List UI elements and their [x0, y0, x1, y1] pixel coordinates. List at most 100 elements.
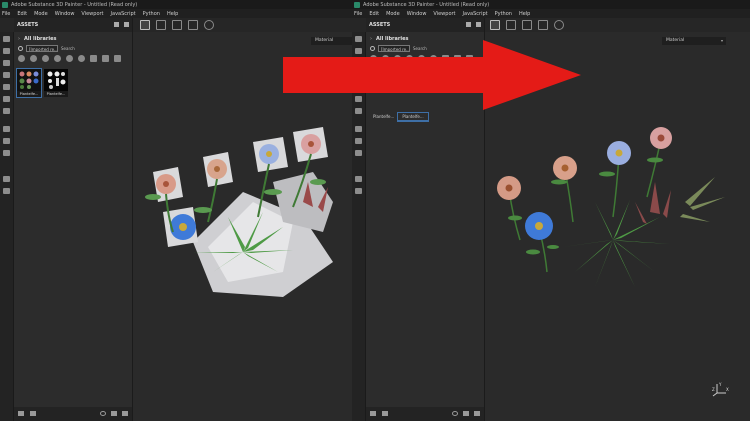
- chevron-down-icon: ▾: [720, 38, 723, 43]
- paint-brush-icon[interactable]: [3, 36, 10, 42]
- menu-javascript[interactable]: JavaScript: [463, 11, 488, 17]
- add-icon[interactable]: [122, 411, 128, 416]
- materials-category-icon[interactable]: [18, 55, 25, 62]
- menu-bar: File Edit Mode Window Viewport JavaScrip…: [0, 9, 352, 18]
- geometry-mask-icon[interactable]: [3, 72, 10, 78]
- plant-mesh-with-opaque-cards: [145, 127, 333, 297]
- axis-label-z: Z: [712, 387, 715, 392]
- painter-logo-icon: [354, 1, 360, 8]
- shader-settings-icon[interactable]: [355, 188, 362, 194]
- asset-thumbnail[interactable]: Plantelfe...: [16, 68, 42, 98]
- grid-alt-icon[interactable]: [156, 20, 166, 30]
- display-settings-icon[interactable]: [355, 176, 362, 182]
- filters-category-icon[interactable]: [78, 55, 85, 62]
- axis-label-y: Y: [718, 382, 722, 387]
- menu-window[interactable]: Window: [407, 11, 427, 17]
- particles-category-icon[interactable]: [66, 55, 73, 62]
- folder-icon[interactable]: [463, 411, 469, 416]
- menu-mode[interactable]: Mode: [386, 11, 400, 17]
- clock-icon[interactable]: [204, 20, 214, 30]
- close-icon[interactable]: [476, 22, 481, 27]
- search-input[interactable]: [61, 46, 111, 51]
- camera-icon[interactable]: [522, 20, 532, 30]
- asset-tab-active[interactable]: Plantelfe...: [397, 112, 429, 122]
- asset-tabs: Plantelfe... Plantelfe...: [369, 112, 429, 122]
- chevron-right-icon: ›: [18, 36, 20, 42]
- assets-footer: [14, 407, 132, 421]
- material-dropdown-label: Material: [666, 38, 685, 43]
- asset-thumbnail-label: Plantelfe...: [46, 92, 66, 96]
- folder-icon[interactable]: [111, 411, 117, 416]
- right-arrow-icon: [283, 40, 581, 110]
- menu-help[interactable]: Help: [519, 11, 530, 17]
- assets-shelf-icon[interactable]: [3, 126, 10, 132]
- color-picker-icon[interactable]: [3, 108, 10, 114]
- search-icon: [18, 46, 23, 51]
- opacity-atlas-preview: [44, 69, 68, 91]
- library-selector[interactable]: › All libraries: [18, 36, 56, 42]
- menu-bar: File Edit Mode Window Viewport JavaScrip…: [352, 9, 750, 18]
- camera-icon[interactable]: [172, 20, 182, 30]
- assets-title: ASSETS: [369, 22, 391, 28]
- display-settings-icon[interactable]: [3, 176, 10, 182]
- new-folder-icon[interactable]: [382, 411, 388, 416]
- pin-icon[interactable]: [466, 22, 471, 27]
- window-title: Adobe Substance 3D Painter - Untitled (R…: [11, 1, 138, 8]
- menu-window[interactable]: Window: [55, 11, 75, 17]
- pin-icon[interactable]: [114, 22, 119, 27]
- grid-icon[interactable]: [490, 20, 500, 30]
- filter-row: [Imported re...: [18, 45, 111, 52]
- menu-file[interactable]: File: [354, 11, 362, 17]
- asset-tab[interactable]: Plantelfe...: [369, 113, 398, 121]
- material-dropdown[interactable]: Material ▾: [662, 37, 726, 45]
- close-icon[interactable]: [124, 22, 129, 27]
- environment-category-icon[interactable]: [90, 55, 97, 62]
- projection-icon[interactable]: [3, 60, 10, 66]
- texture-set-icon[interactable]: [3, 150, 10, 156]
- eraser-icon[interactable]: [3, 48, 10, 54]
- assets-shelf-icon[interactable]: [355, 126, 362, 132]
- refresh-icon[interactable]: [100, 411, 106, 416]
- axis-label-x: X: [726, 387, 729, 392]
- asset-thumbnail[interactable]: Plantelfe...: [44, 69, 68, 97]
- title-bar: Adobe Substance 3D Painter - Untitled (R…: [352, 0, 750, 9]
- import-icon[interactable]: [18, 411, 24, 416]
- frame-icon[interactable]: [188, 20, 198, 30]
- filter-dropdown[interactable]: [Imported re...: [26, 45, 58, 52]
- menu-help[interactable]: Help: [167, 11, 178, 17]
- menu-python[interactable]: Python: [495, 11, 512, 17]
- shader-settings-icon[interactable]: [3, 188, 10, 194]
- grid-icon[interactable]: [140, 20, 150, 30]
- library-label: All libraries: [24, 36, 57, 42]
- menu-edit[interactable]: Edit: [369, 11, 379, 17]
- brushes-category-icon[interactable]: [54, 55, 61, 62]
- textures-category-icon[interactable]: [42, 55, 49, 62]
- frame-icon[interactable]: [538, 20, 548, 30]
- layers-icon[interactable]: [3, 138, 10, 144]
- menu-edit[interactable]: Edit: [17, 11, 27, 17]
- grid-alt-icon[interactable]: [506, 20, 516, 30]
- refresh-icon[interactable]: [452, 411, 458, 416]
- menu-viewport[interactable]: Viewport: [81, 11, 103, 17]
- smart-materials-category-icon[interactable]: [30, 55, 37, 62]
- assets-header: ASSETS: [366, 18, 484, 32]
- add-icon[interactable]: [474, 411, 480, 416]
- layers-icon[interactable]: [355, 138, 362, 144]
- import-icon[interactable]: [370, 411, 376, 416]
- new-folder-icon[interactable]: [30, 411, 36, 416]
- menu-file[interactable]: File: [2, 11, 10, 17]
- clock-icon[interactable]: [554, 20, 564, 30]
- projects-category-icon[interactable]: [102, 55, 109, 62]
- smudge-icon[interactable]: [3, 84, 10, 90]
- category-icons: [18, 55, 126, 62]
- grid-view-icon[interactable]: [114, 55, 121, 62]
- menu-viewport[interactable]: Viewport: [433, 11, 455, 17]
- menu-javascript[interactable]: JavaScript: [111, 11, 136, 17]
- menu-mode[interactable]: Mode: [34, 11, 48, 17]
- axis-gizmo: Y X Z: [712, 382, 729, 397]
- texture-set-icon[interactable]: [355, 150, 362, 156]
- window-title: Adobe Substance 3D Painter - Untitled (R…: [363, 1, 490, 8]
- plant-mesh-with-alpha: [497, 127, 725, 287]
- clone-icon[interactable]: [3, 96, 10, 102]
- menu-python[interactable]: Python: [143, 11, 160, 17]
